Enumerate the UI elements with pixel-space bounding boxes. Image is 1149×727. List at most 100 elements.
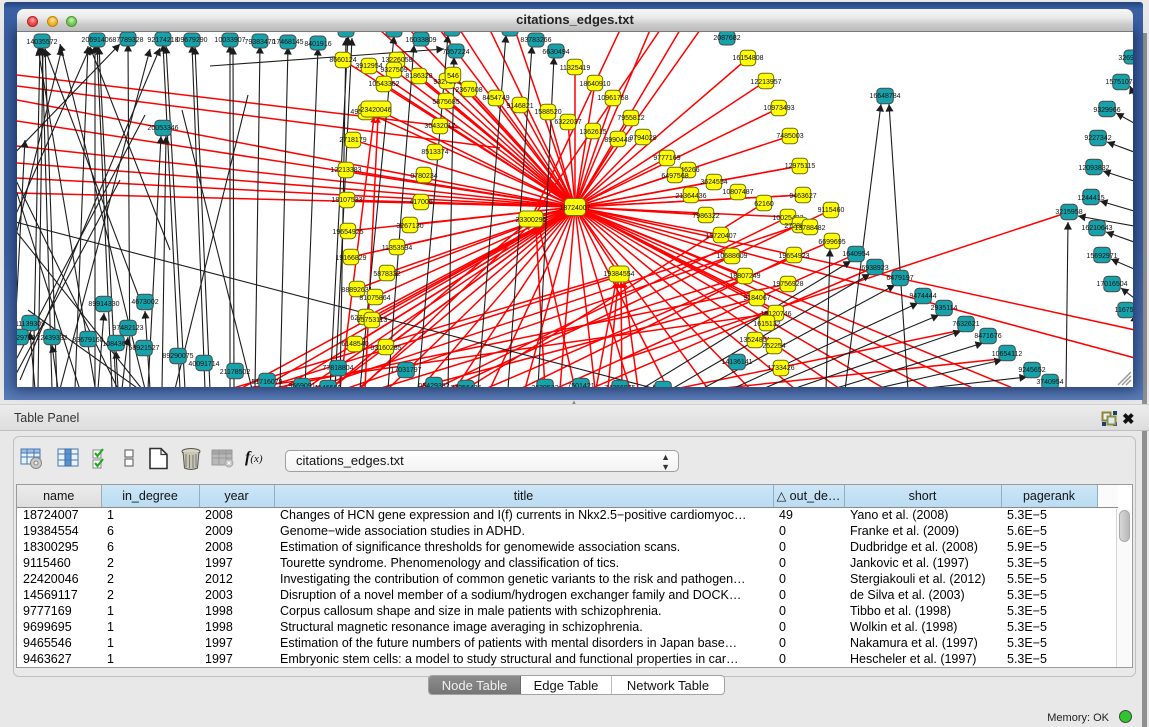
svg-text:10033907: 10033907 <box>214 37 245 44</box>
svg-text:14136141: 14136141 <box>721 359 752 366</box>
svg-text:10543362: 10543362 <box>368 81 399 88</box>
svg-text:21364436: 21364436 <box>675 193 706 200</box>
svg-text:16648784: 16648784 <box>869 93 900 100</box>
svg-text:87789328: 87789328 <box>112 37 143 44</box>
svg-text:5875685: 5875685 <box>432 99 459 106</box>
svg-text:5878332: 5878332 <box>373 271 400 278</box>
svg-text:16210643: 16210643 <box>1081 225 1112 232</box>
svg-text:546: 546 <box>447 73 459 80</box>
svg-text:83679160: 83679160 <box>72 337 103 344</box>
svg-text:10807487: 10807487 <box>722 189 753 196</box>
svg-text:8471676: 8471676 <box>974 333 1001 340</box>
svg-text:58921527: 58921527 <box>128 345 159 352</box>
svg-text:2367608: 2367608 <box>455 87 482 94</box>
svg-text:6630494: 6630494 <box>542 49 569 56</box>
svg-text:14035572: 14035572 <box>26 39 57 46</box>
svg-text:10973493: 10973493 <box>763 105 794 112</box>
svg-text:1588520: 1588520 <box>534 109 561 116</box>
svg-text:7357224: 7357224 <box>442 49 469 56</box>
svg-text:3267130: 3267130 <box>396 223 423 230</box>
svg-text:3639532: 3639532 <box>531 385 558 387</box>
svg-text:6938923: 6938923 <box>861 265 888 272</box>
svg-text:83783266: 83783266 <box>520 37 551 44</box>
svg-text:10688609: 10688609 <box>716 253 747 260</box>
svg-text:9184067: 9184067 <box>743 295 770 302</box>
svg-text:6322037: 6322037 <box>554 119 581 126</box>
svg-text:97482123: 97482123 <box>112 325 143 332</box>
svg-text:7632621: 7632621 <box>952 321 979 328</box>
svg-text:18640910: 18640910 <box>579 81 610 88</box>
svg-text:45145061: 45145061 <box>436 32 467 34</box>
svg-text:81075864: 81075864 <box>359 295 390 302</box>
svg-text:30432017: 30432017 <box>424 123 455 130</box>
svg-text:6497568: 6497568 <box>661 173 688 180</box>
svg-text:16033809: 16033809 <box>405 37 436 44</box>
svg-text:15692971: 15692971 <box>1086 253 1117 260</box>
svg-text:05429382: 05429382 <box>418 383 449 387</box>
svg-text:79383470: 79383470 <box>244 39 275 46</box>
svg-text:85753113: 85753113 <box>357 317 388 324</box>
svg-text:77356436: 77356436 <box>450 385 481 387</box>
svg-text:4673002: 4673002 <box>131 299 158 306</box>
svg-text:62160: 62160 <box>754 201 774 208</box>
svg-text:9669091: 9669091 <box>288 383 315 387</box>
svg-text:12975115: 12975115 <box>785 163 816 170</box>
svg-text:6479197: 6479197 <box>886 275 913 282</box>
svg-text:12213383: 12213383 <box>330 167 361 174</box>
svg-text:19756928: 19756928 <box>772 281 803 288</box>
svg-text:77818804: 77818804 <box>322 365 353 372</box>
svg-text:1146569: 1146569 <box>315 385 342 387</box>
svg-text:59729792: 59729792 <box>17 335 36 342</box>
svg-text:89290075: 89290075 <box>162 353 193 360</box>
svg-text:9794028: 9794028 <box>629 135 656 142</box>
svg-text:51716079: 51716079 <box>251 379 282 386</box>
svg-text:9115460: 9115460 <box>818 207 845 214</box>
svg-text:18107533: 18107533 <box>331 197 362 204</box>
svg-text:19654925: 19654925 <box>332 229 363 236</box>
svg-text:8513374: 8513374 <box>421 149 448 156</box>
svg-text:3740954: 3740954 <box>1036 379 1063 386</box>
svg-text:2935114: 2935114 <box>931 305 958 312</box>
svg-text:13788482: 13788482 <box>794 225 825 232</box>
svg-text:8454749: 8454749 <box>482 95 509 102</box>
svg-text:3100772: 3100772 <box>496 32 523 34</box>
svg-text:20691406: 20691406 <box>81 37 112 44</box>
svg-text:7501421: 7501421 <box>567 383 594 387</box>
svg-text:10961758: 10961758 <box>597 95 628 102</box>
svg-text:9463627: 9463627 <box>789 193 816 200</box>
svg-text:19384554: 19384554 <box>603 271 634 278</box>
svg-text:22439332: 22439332 <box>36 335 67 342</box>
svg-text:252254: 252254 <box>762 343 785 350</box>
svg-text:1084364: 1084364 <box>102 341 129 348</box>
svg-text:17468145: 17468145 <box>272 39 303 46</box>
svg-text:15751074: 15751074 <box>1105 79 1133 86</box>
svg-text:74366875: 74366875 <box>604 385 635 387</box>
svg-text:9327509: 9327509 <box>380 67 407 74</box>
svg-text:09679290: 09679290 <box>176 37 207 44</box>
svg-text:9474444: 9474444 <box>909 293 936 300</box>
svg-text:40091714: 40091714 <box>188 361 219 368</box>
svg-text:03160285: 03160285 <box>370 345 401 352</box>
svg-text:6699695: 6699695 <box>818 239 845 246</box>
svg-text:9329966: 9329966 <box>1093 107 1120 114</box>
svg-text:1615132: 1615132 <box>753 321 780 328</box>
svg-text:1244415: 1244415 <box>1077 195 1104 202</box>
svg-text:4610033: 4610033 <box>332 32 359 34</box>
svg-text:16154808: 16154808 <box>732 55 763 62</box>
svg-text:2087682: 2087682 <box>713 35 740 42</box>
svg-text:21178502: 21178502 <box>220 369 251 376</box>
svg-text:7955812: 7955812 <box>617 115 644 122</box>
svg-text:9227342: 9227342 <box>1084 135 1111 142</box>
svg-text:7666193: 7666193 <box>380 32 407 34</box>
svg-text:8990448: 8990448 <box>604 137 631 144</box>
svg-text:1362615: 1362615 <box>579 129 606 136</box>
svg-text:17031797: 17031797 <box>390 367 421 374</box>
svg-text:1733426: 1733426 <box>767 365 794 372</box>
svg-text:23300295: 23300295 <box>515 217 546 224</box>
svg-text:11325419: 11325419 <box>560 65 591 72</box>
svg-text:7485003: 7485003 <box>776 133 803 140</box>
svg-text:19654923: 19654923 <box>778 253 809 260</box>
svg-text:3215958: 3215958 <box>1055 209 1082 216</box>
svg-text:15720407: 15720407 <box>705 233 736 240</box>
svg-text:8186328: 8186328 <box>405 73 432 80</box>
